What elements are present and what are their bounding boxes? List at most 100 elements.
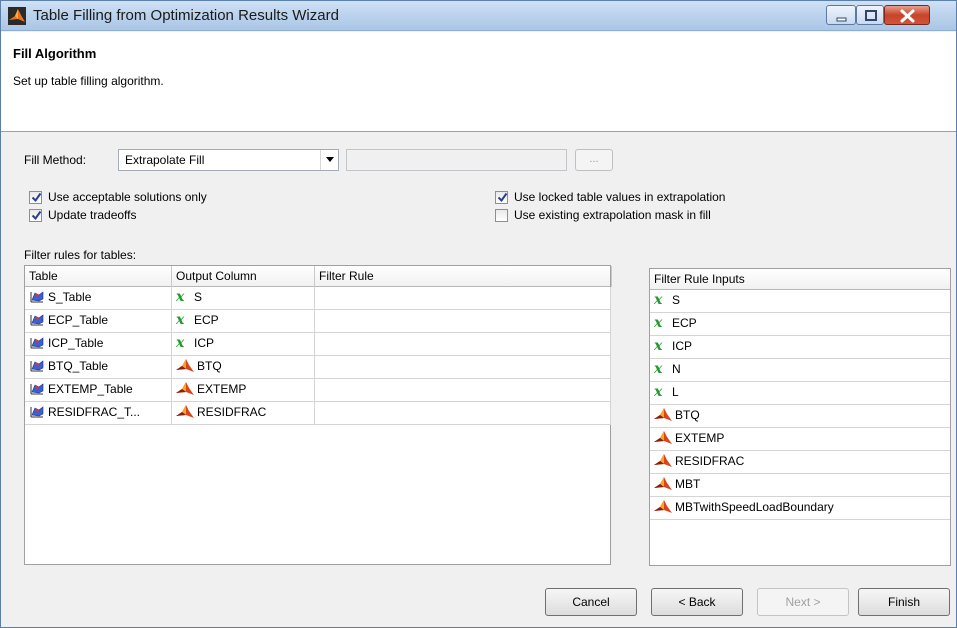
fill-method-value: Extrapolate Fill xyxy=(125,153,205,167)
column-header-inputs[interactable]: Filter Rule Inputs xyxy=(650,269,952,290)
filter-rule-cell[interactable] xyxy=(315,402,611,425)
fill-method-dropdown[interactable]: Extrapolate Fill xyxy=(118,149,339,171)
list-item[interactable]: RESIDFRAC xyxy=(650,451,950,474)
input-cell[interactable]: MBTwithSpeedLoadBoundary xyxy=(650,497,950,520)
maximize-icon xyxy=(865,10,877,21)
table-row[interactable]: EXTEMP_Table EXTEMP xyxy=(25,379,612,402)
filter-rule-cell[interactable] xyxy=(315,379,611,402)
variable-icon: x xyxy=(176,312,185,328)
list-item[interactable]: xL xyxy=(650,382,950,405)
input-cell[interactable]: RESIDFRAC xyxy=(650,451,950,474)
output-column-name: RESIDFRAC xyxy=(197,405,267,419)
table-row[interactable]: RESIDFRAC_T... RESIDFRAC xyxy=(25,402,612,425)
lookup-table-icon xyxy=(30,406,44,418)
browse-button: ... xyxy=(575,149,613,171)
lookup-table-icon xyxy=(30,360,44,372)
wizard-header: Fill Algorithm Set up table filling algo… xyxy=(1,32,956,132)
list-item[interactable]: MBT xyxy=(650,474,950,497)
input-name: BTQ xyxy=(675,408,700,422)
column-header-table[interactable]: Table xyxy=(25,266,172,287)
acceptable-only-checkbox[interactable] xyxy=(29,191,42,204)
model-icon xyxy=(654,431,672,444)
model-icon xyxy=(176,405,194,418)
fill-parameter-field xyxy=(346,149,567,171)
minimize-button[interactable] xyxy=(826,5,856,25)
window-title: Table Filling from Optimization Results … xyxy=(33,7,339,24)
maximize-button[interactable] xyxy=(856,5,884,25)
checkmark-icon xyxy=(31,210,42,221)
filter-rules-table[interactable]: Table Output Column Filter Rule S_Table x… xyxy=(24,265,612,565)
output-column-name: ICP xyxy=(194,336,215,350)
dropdown-arrow[interactable] xyxy=(320,150,338,170)
input-cell[interactable]: EXTEMP xyxy=(650,428,950,451)
close-button[interactable] xyxy=(884,5,930,25)
filter-rules-label: Filter rules for tables: xyxy=(24,248,137,262)
model-icon xyxy=(654,477,672,490)
list-item[interactable]: BTQ xyxy=(650,405,950,428)
list-item[interactable]: EXTEMP xyxy=(650,428,950,451)
input-cell[interactable]: xS xyxy=(650,290,950,313)
update-tradeoffs-checkbox[interactable] xyxy=(29,209,42,222)
table-name-cell[interactable]: EXTEMP_Table xyxy=(25,379,172,402)
filter-rule-cell[interactable] xyxy=(315,310,611,333)
table-row[interactable]: BTQ_Table BTQ xyxy=(25,356,612,379)
output-column-cell[interactable]: RESIDFRAC xyxy=(172,402,315,425)
list-item[interactable]: xS xyxy=(650,290,950,313)
existing-mask-checkbox[interactable] xyxy=(495,209,508,222)
table-name-cell[interactable]: BTQ_Table xyxy=(25,356,172,379)
input-cell[interactable]: MBT xyxy=(650,474,950,497)
table-name-cell[interactable]: S_Table xyxy=(25,287,172,310)
table-name: ECP_Table xyxy=(48,313,109,327)
list-item[interactable]: xN xyxy=(650,359,950,382)
table-row[interactable]: ICP_Table x ICP xyxy=(25,333,612,356)
variable-icon: x xyxy=(176,289,185,305)
table-name-cell[interactable]: ICP_Table xyxy=(25,333,172,356)
output-column-name: EXTEMP xyxy=(197,382,247,396)
column-header-filter-rule[interactable]: Filter Rule xyxy=(315,266,612,287)
table-row[interactable]: ECP_Table x ECP xyxy=(25,310,612,333)
locked-values-checkbox[interactable] xyxy=(495,191,508,204)
cancel-button[interactable]: Cancel xyxy=(545,588,637,616)
table-name-cell[interactable]: RESIDFRAC_T... xyxy=(25,402,172,425)
filter-rule-inputs-table[interactable]: Filter Rule Inputs x Sx ECP x ICP x Nx L BTQ EXTE… xyxy=(649,268,951,566)
back-button[interactable]: < Back xyxy=(651,588,743,616)
table-header: Table Output Column Filter Rule xyxy=(25,266,612,287)
checkmark-icon xyxy=(497,192,508,203)
input-name: MBTwithSpeedLoadBoundary xyxy=(675,500,834,514)
filter-rule-cell[interactable] xyxy=(315,356,611,379)
title-bar[interactable]: Table Filling from Optimization Results … xyxy=(1,1,956,31)
table-name: RESIDFRAC_T... xyxy=(48,405,141,419)
wizard-window: Table Filling from Optimization Results … xyxy=(0,0,957,628)
output-column-cell[interactable]: EXTEMP xyxy=(172,379,315,402)
input-cell[interactable]: xL xyxy=(650,382,950,405)
filter-rule-cell[interactable] xyxy=(315,333,611,356)
model-icon xyxy=(176,382,194,395)
list-item[interactable]: MBTwithSpeedLoadBoundary xyxy=(650,497,950,520)
input-cell[interactable]: BTQ xyxy=(650,405,950,428)
output-column-cell[interactable]: xS xyxy=(172,287,315,310)
model-icon xyxy=(176,359,194,372)
input-cell[interactable]: x ICP xyxy=(650,336,950,359)
model-icon xyxy=(654,408,672,421)
column-header-output[interactable]: Output Column xyxy=(172,266,315,287)
list-item[interactable]: x ECP xyxy=(650,313,950,336)
filter-rule-cell[interactable] xyxy=(315,287,611,310)
variable-icon: x xyxy=(654,338,663,354)
input-rows: x Sx ECP x ICP x Nx L BTQ EXTEMP RESIDFRAC MBT MBTwi… xyxy=(650,290,950,520)
table-name: BTQ_Table xyxy=(48,359,109,373)
output-column-cell[interactable]: x ECP xyxy=(172,310,315,333)
table-row[interactable]: S_Table x S xyxy=(25,287,612,310)
output-column-cell[interactable]: BTQ xyxy=(172,356,315,379)
table-name-cell[interactable]: ECP_Table xyxy=(25,310,172,333)
input-cell[interactable]: xN xyxy=(650,359,950,382)
table-name: ICP_Table xyxy=(48,336,104,350)
output-column-cell[interactable]: x ICP xyxy=(172,333,315,356)
variable-icon: x xyxy=(176,335,185,351)
input-cell[interactable]: x ECP xyxy=(650,313,950,336)
acceptable-only-label: Use acceptable solutions only xyxy=(48,190,207,204)
output-column-name: S xyxy=(194,290,203,304)
finish-button[interactable]: Finish xyxy=(858,588,950,616)
list-item[interactable]: x ICP xyxy=(650,336,950,359)
input-name: N xyxy=(672,362,681,376)
model-icon xyxy=(654,500,672,513)
